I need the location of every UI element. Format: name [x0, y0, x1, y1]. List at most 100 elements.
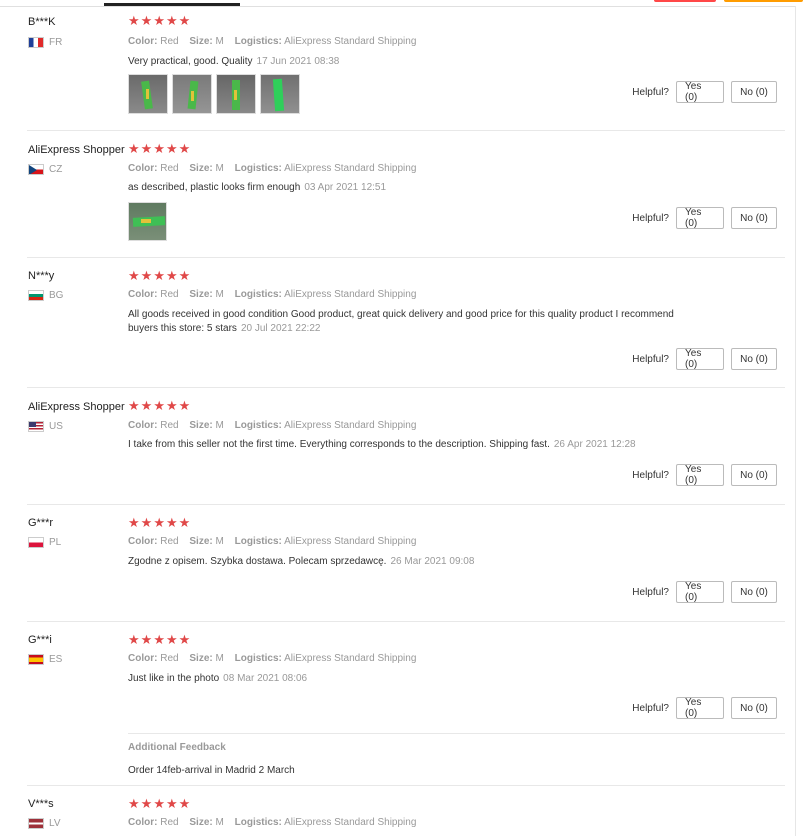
star-icon: ★	[140, 268, 153, 283]
star-icon: ★	[178, 515, 191, 530]
helpful-no-button[interactable]: No (0)	[731, 697, 777, 719]
review-text: Very practical, good. Quality 17 Jun 2021…	[128, 56, 340, 67]
cz-flag-icon	[28, 164, 44, 175]
helpful-no-button[interactable]: No (0)	[731, 207, 777, 229]
reviewer-country: FR	[28, 37, 62, 48]
review-photo[interactable]	[260, 74, 300, 114]
review-photo[interactable]	[128, 74, 168, 114]
additional-feedback-divider	[128, 733, 785, 734]
star-icon: ★	[153, 632, 165, 647]
review-photo[interactable]	[172, 74, 212, 114]
review-text: Just like in the photo 08 Mar 2021 08:06	[128, 673, 308, 684]
star-rating: ★ ★ ★ ★ ★	[128, 633, 190, 647]
es-flag-icon	[28, 654, 44, 665]
helpful-yes-button[interactable]: Yes (0)	[676, 697, 724, 719]
star-icon: ★	[165, 796, 178, 811]
star-icon: ★	[140, 141, 153, 156]
country-code: FR	[49, 37, 63, 48]
review-photo[interactable]	[128, 202, 167, 241]
review-time: 03 Apr 2021 12:51	[304, 182, 387, 193]
star-icon: ★	[178, 268, 191, 283]
buy-now-button[interactable]	[654, 0, 716, 2]
country-code: US	[49, 421, 63, 432]
helpful-vote: Helpful? Yes (0) No (0)	[632, 581, 777, 603]
add-to-cart-button[interactable]	[724, 0, 803, 2]
review-time: 26 Mar 2021 09:08	[390, 556, 475, 567]
bg-flag-icon	[28, 290, 44, 301]
order-attributes: Color: Red Size: M Logistics: AliExpress…	[128, 36, 417, 47]
star-icon: ★	[178, 13, 191, 28]
review-item: G***i ES ★ ★ ★ ★ ★ Color: Red Size: M Logist…	[0, 622, 795, 786]
order-attributes: Color: Red Size: M Logistics: AliExpress…	[128, 420, 417, 431]
star-icon: ★	[165, 515, 178, 530]
star-icon: ★	[128, 398, 140, 413]
review-item: G***r PL ★ ★ ★ ★ ★ Color: Red Size: M Logist…	[0, 505, 795, 622]
star-icon: ★	[153, 268, 165, 283]
review-time: 08 Mar 2021 08:06	[223, 673, 308, 684]
review-photos	[128, 202, 167, 241]
helpful-yes-button[interactable]: Yes (0)	[676, 464, 724, 486]
order-attributes: Color: Red Size: M Logistics: AliExpress…	[128, 289, 417, 300]
reviewer-country: LV	[28, 818, 61, 829]
reviewer-country: ES	[28, 654, 62, 665]
reviewer-country: CZ	[28, 164, 62, 175]
review-photos	[128, 74, 300, 114]
star-icon: ★	[153, 398, 165, 413]
star-icon: ★	[165, 632, 178, 647]
star-icon: ★	[153, 13, 165, 28]
reviewer-name: G***r	[28, 517, 54, 529]
review-text: as described, plastic looks firm enough 0…	[128, 182, 387, 193]
star-rating: ★ ★ ★ ★ ★	[128, 797, 190, 811]
helpful-no-button[interactable]: No (0)	[731, 81, 777, 103]
review-time: 26 Apr 2021 12:28	[553, 439, 636, 450]
helpful-vote: Helpful? Yes (0) No (0)	[632, 81, 777, 103]
fr-flag-icon	[28, 37, 44, 48]
review-item: AliExpress Shopper CZ ★ ★ ★ ★ ★ Color: Red S…	[0, 131, 795, 258]
star-icon: ★	[140, 632, 153, 647]
star-icon: ★	[178, 796, 191, 811]
reviewer-name: AliExpress Shopper	[28, 144, 125, 156]
star-icon: ★	[153, 515, 165, 530]
star-rating: ★ ★ ★ ★ ★	[128, 269, 190, 283]
star-icon: ★	[153, 141, 165, 156]
star-icon: ★	[178, 398, 191, 413]
helpful-no-button[interactable]: No (0)	[731, 464, 777, 486]
reviewer-name: B***K	[28, 16, 56, 28]
top-bar	[0, 0, 803, 7]
additional-feedback-title: Additional Feedback	[128, 742, 226, 753]
reviewer-name: N***y	[28, 270, 55, 282]
helpful-vote: Helpful? Yes (0) No (0)	[632, 697, 777, 719]
order-attributes: Color: Red Size: M Logistics: AliExpress…	[128, 163, 417, 174]
review-time: 20 Jul 2021 22:22	[240, 323, 321, 334]
country-code: LV	[49, 818, 61, 829]
helpful-no-button[interactable]: No (0)	[731, 348, 777, 370]
helpful-yes-button[interactable]: Yes (0)	[676, 81, 724, 103]
review-text: Zgodne z opisem. Szybka dostawa. Polecam…	[128, 556, 475, 567]
helpful-yes-button[interactable]: Yes (0)	[676, 581, 724, 603]
helpful-yes-button[interactable]: Yes (0)	[676, 207, 724, 229]
star-icon: ★	[128, 632, 140, 647]
helpful-no-button[interactable]: No (0)	[731, 581, 777, 603]
additional-feedback-text: Order 14feb-arrival in Madrid 2 March	[128, 765, 295, 776]
star-icon: ★	[165, 13, 178, 28]
reviewer-country: BG	[28, 290, 63, 301]
helpful-yes-button[interactable]: Yes (0)	[676, 348, 724, 370]
country-code: BG	[49, 290, 64, 301]
star-icon: ★	[140, 398, 153, 413]
star-icon: ★	[128, 796, 140, 811]
star-icon: ★	[165, 398, 178, 413]
star-icon: ★	[140, 515, 153, 530]
star-icon: ★	[128, 515, 140, 530]
review-text: I take from this seller not the first ti…	[128, 439, 636, 450]
helpful-vote: Helpful? Yes (0) No (0)	[632, 207, 777, 229]
order-attributes: Color: Red Size: M Logistics: AliExpress…	[128, 536, 417, 547]
review-photo[interactable]	[216, 74, 256, 114]
reviewer-name: G***i	[28, 634, 52, 646]
order-attributes: Color: Red Size: M Logistics: AliExpress…	[128, 817, 417, 828]
reviewer-name: AliExpress Shopper	[28, 401, 125, 413]
review-item: B***K FR ★ ★ ★ ★ ★ Color: Red Size: M Logist…	[0, 7, 795, 131]
star-icon: ★	[165, 268, 178, 283]
pl-flag-icon	[28, 537, 44, 548]
helpful-vote: Helpful? Yes (0) No (0)	[632, 348, 777, 370]
star-icon: ★	[128, 268, 140, 283]
